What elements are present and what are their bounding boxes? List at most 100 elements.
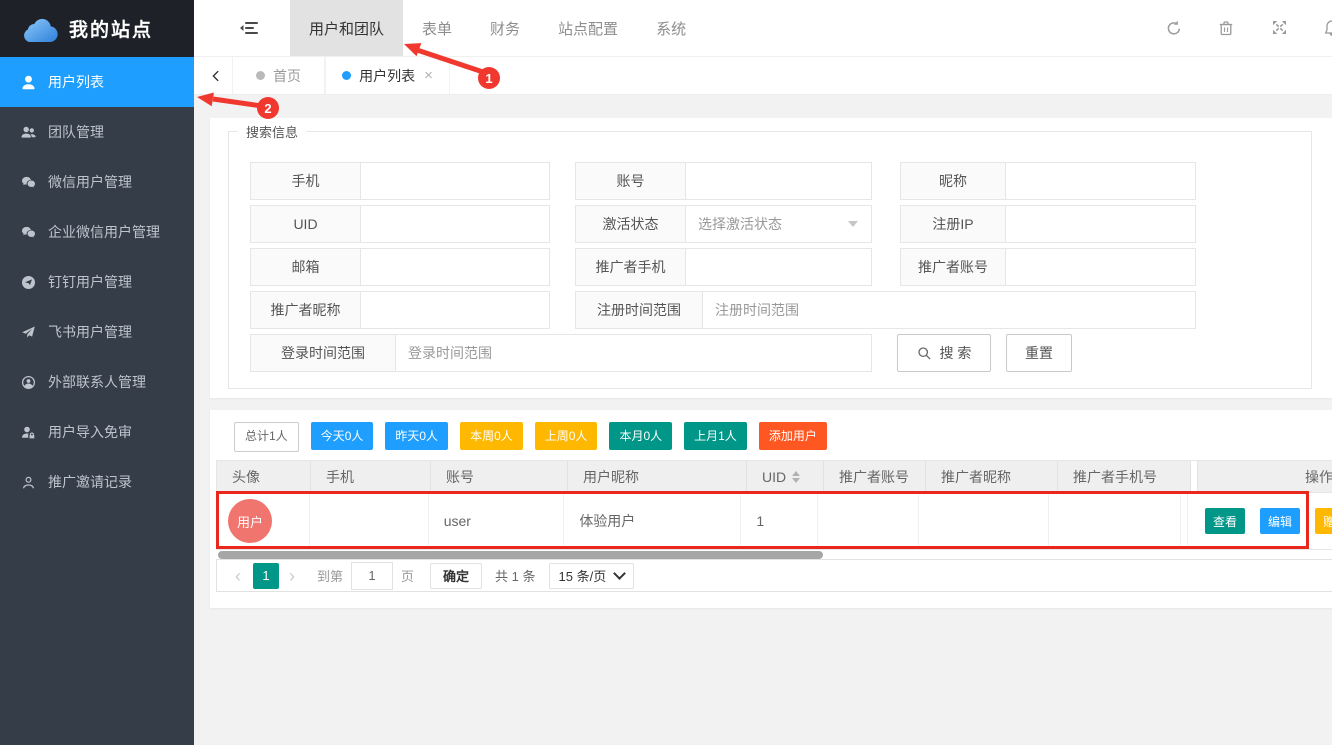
tab-label: 首页 [273, 66, 301, 86]
field-label: 登录时间范围 [251, 335, 396, 371]
field-nickname: 昵称 [900, 162, 1196, 200]
edit-button[interactable]: 编辑 [1260, 508, 1300, 534]
refresh-icon[interactable] [1166, 20, 1182, 36]
top-menu-site-config[interactable]: 站点配置 [539, 0, 637, 56]
view-button[interactable]: 查看 [1205, 508, 1245, 534]
stat-last-week-button[interactable]: 上周0人 [535, 422, 598, 450]
search-button-label: 搜 索 [940, 343, 972, 363]
nickname-input[interactable] [1006, 163, 1195, 199]
col-header-phone: 手机 [311, 461, 431, 492]
logo[interactable]: 我的站点 [0, 0, 194, 57]
tab-bar: 首页 用户列表 × [194, 57, 1332, 95]
topnav-actions [1166, 0, 1288, 56]
stat-this-month-button[interactable]: 本月0人 [609, 422, 672, 450]
field-label: 推广者昵称 [251, 292, 361, 328]
sidebar-item-label: 用户列表 [48, 72, 104, 92]
sidebar-item-user-import[interactable]: 用户导入免审 [0, 407, 194, 457]
goto-confirm-button[interactable]: 确定 [430, 563, 482, 589]
sidebar-item-user-list[interactable]: 用户列表 [0, 57, 194, 107]
top-menu-system[interactable]: 系统 [637, 0, 705, 56]
sidebar-item-feishu-users[interactable]: 飞书用户管理 [0, 307, 194, 357]
magnifier-icon [917, 346, 932, 361]
top-menu-forms[interactable]: 表单 [403, 0, 471, 56]
reset-button[interactable]: 重置 [1006, 334, 1072, 372]
email-input[interactable] [361, 249, 549, 285]
reg-time-range-input[interactable] [703, 292, 1195, 328]
annotation-arrow-2 [213, 99, 262, 106]
goto-page-input[interactable] [351, 562, 393, 590]
field-phone: 手机 [250, 162, 550, 200]
phone-input[interactable] [361, 163, 549, 199]
close-icon[interactable]: × [424, 67, 433, 84]
stat-yesterday-button[interactable]: 昨天0人 [385, 422, 448, 450]
login-time-range-input[interactable] [396, 335, 871, 371]
promoter-phone-input[interactable] [686, 249, 871, 285]
user-table: 头像 手机 账号 用户昵称 UID 推广者账号 推广者昵称 推广者手机号 操作 … [216, 460, 1332, 550]
sidebar-item-label: 团队管理 [48, 122, 104, 142]
field-label: 账号 [576, 163, 686, 199]
annotation-badge-2: 2 [257, 97, 279, 119]
horizontal-scrollbar[interactable] [218, 551, 823, 559]
top-menu-finance[interactable]: 财务 [471, 0, 539, 56]
field-promoter-nickname: 推广者昵称 [250, 291, 550, 329]
wechat-work-icon [21, 225, 36, 240]
sidebar-item-dingtalk-users[interactable]: 钉钉用户管理 [0, 257, 194, 307]
cell-promoter-phone [1049, 492, 1181, 549]
search-button[interactable]: 搜 索 [897, 334, 991, 372]
sidebar-item-label: 钉钉用户管理 [48, 272, 132, 292]
tab-user-list[interactable]: 用户列表 × [325, 57, 450, 94]
account-input[interactable] [686, 163, 871, 199]
sidebar-item-invite-records[interactable]: 推广邀请记录 [0, 457, 194, 507]
sidebar-item-wechat-users[interactable]: 微信用户管理 [0, 157, 194, 207]
field-label: 注册IP [901, 206, 1006, 242]
uid-input[interactable] [361, 206, 549, 242]
activation-status-select[interactable]: 选择激活状态 [686, 206, 871, 242]
add-user-button[interactable]: 添加用户 [759, 422, 827, 450]
page-unit-label: 页 [401, 566, 414, 585]
page-current[interactable]: 1 [253, 563, 279, 589]
col-header-label: UID [762, 469, 786, 485]
sidebar-item-external-contacts[interactable]: 外部联系人管理 [0, 357, 194, 407]
user-table-panel: 总计1人 今天0人 昨天0人 本周0人 上周0人 本月0人 上月1人 添加用户 … [210, 410, 1332, 608]
sidebar-item-label: 企业微信用户管理 [48, 222, 160, 242]
field-promoter-account: 推广者账号 [900, 248, 1196, 286]
chevron-down-icon [848, 221, 858, 227]
stat-total-button[interactable]: 总计1人 [234, 422, 299, 452]
field-label: 推广者账号 [901, 249, 1006, 285]
invite-record-icon [21, 475, 36, 490]
top-menu-users-teams[interactable]: 用户和团队 [290, 0, 403, 56]
stat-today-button[interactable]: 今天0人 [311, 422, 374, 450]
tab-home[interactable]: 首页 [232, 57, 325, 94]
page-size-select[interactable]: 15 条/页 [549, 563, 635, 589]
trash-icon[interactable] [1219, 20, 1235, 36]
sidebar-item-team[interactable]: 团队管理 [0, 107, 194, 157]
gift-button[interactable]: 赠送 [1315, 508, 1332, 534]
sidebar-item-wechat-work-users[interactable]: 企业微信用户管理 [0, 207, 194, 257]
page-next-button[interactable]: › [289, 567, 295, 585]
field-email: 邮箱 [250, 248, 550, 286]
fullscreen-icon[interactable] [1272, 20, 1288, 36]
col-header-promoter-account: 推广者账号 [824, 461, 926, 492]
stat-last-month-button[interactable]: 上月1人 [684, 422, 747, 450]
col-header-uid: UID [747, 461, 824, 492]
menu-fold-icon[interactable] [234, 0, 264, 56]
promoter-nickname-input[interactable] [361, 292, 549, 328]
field-login-time-range: 登录时间范围 [250, 334, 872, 372]
stat-this-week-button[interactable]: 本周0人 [460, 422, 523, 450]
page-prev-button[interactable]: ‹ [235, 567, 241, 585]
cell-promoter-nickname [919, 492, 1050, 549]
pagination-bar: ‹ 1 › 到第 页 确定 共 1 条 15 条/页 [216, 559, 1332, 592]
col-header-actions: 操作 [1197, 461, 1332, 492]
partial-bell-icon[interactable] [1325, 20, 1332, 37]
cloud-logo-icon [20, 15, 58, 42]
avatar: 用户 [228, 499, 272, 543]
dingtalk-icon [21, 275, 36, 290]
reg-ip-input[interactable] [1006, 206, 1195, 242]
goto-label: 到第 [317, 566, 343, 585]
promoter-account-input[interactable] [1006, 249, 1195, 285]
col-header-avatar: 头像 [217, 461, 311, 492]
cell-actions: 查看 编辑 赠送 [1187, 492, 1332, 549]
chevron-left-icon[interactable] [202, 57, 230, 94]
sidebar: 我的站点 用户列表 团队管理 微信用户管理 企业微信用户管理 钉钉用户管理 飞书… [0, 0, 194, 745]
sort-icon[interactable] [792, 471, 800, 483]
